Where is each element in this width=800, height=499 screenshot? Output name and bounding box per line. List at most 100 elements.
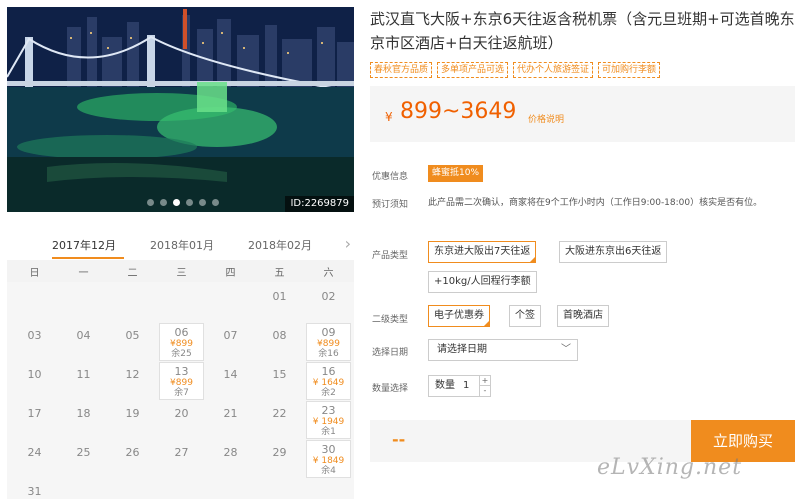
day-number: 29 [272, 446, 287, 459]
day-remaining: 余1 [321, 427, 336, 437]
product-tag: 代办个人旅游签证 [513, 62, 594, 78]
day-price: ¥899 [317, 339, 340, 349]
calendar-day: 02 [306, 284, 351, 322]
weekday-label: 三 [176, 268, 187, 279]
calendar-day: 11 [61, 362, 106, 400]
product-tag: 可加购行李额 [598, 62, 661, 78]
weekday-label: 六 [323, 268, 334, 279]
calendar-day: 07 [208, 323, 253, 361]
weekday-label: 四 [225, 268, 236, 279]
carousel-dot[interactable] [173, 199, 180, 206]
day-number: 23 [321, 404, 336, 417]
calendar-day: 18 [61, 401, 106, 439]
calendar-day: 04 [61, 323, 106, 361]
calendar-day-available[interactable]: 16 ¥ 1649 余2 [306, 362, 351, 400]
calendar-day: 31 [12, 479, 57, 499]
day-number: 28 [223, 446, 238, 459]
day-number: 31 [27, 485, 42, 498]
day-number: 22 [272, 407, 287, 420]
carousel-dot[interactable] [186, 199, 193, 206]
day-price: ¥ 1649 [312, 378, 345, 388]
notice-label: 预订须知 [372, 200, 409, 210]
weekday-label: 一 [78, 268, 89, 279]
day-number: 30 [321, 443, 336, 456]
calendar-day: 08 [257, 323, 302, 361]
calendar-day-available[interactable]: 13 ¥899 余7 [159, 362, 204, 400]
date-select[interactable]: 请选择日期 ﹀ [428, 339, 578, 361]
chevron-right-icon[interactable]: › [345, 234, 351, 253]
date-label: 选择日期 [372, 348, 409, 358]
day-number: 04 [76, 329, 91, 342]
notice-text: 此产品需二次确认，商家将在9个工作小时内（工作日9:00-18:00）核实是否有… [428, 198, 763, 208]
tab-month-3[interactable]: 2018年02月 [248, 237, 312, 253]
subtype-option[interactable]: 首晚酒店 [557, 305, 609, 327]
day-number: 09 [321, 326, 336, 339]
price-range: 899~3649 [400, 99, 517, 124]
weekday-label: 五 [274, 268, 285, 279]
tab-month-2[interactable]: 2018年01月 [150, 237, 214, 253]
day-number: 26 [125, 446, 140, 459]
calendar-day: 12 [110, 362, 155, 400]
calendar-grid: 01 02 03 04 05 06 ¥899 余25 07 08 09 ¥899 余16 10 11 12 13… [7, 282, 354, 499]
day-number: 01 [272, 290, 287, 303]
product-type-option[interactable]: 大阪进东京出6天往返 [559, 241, 668, 263]
watermark: eLvXing.net [597, 455, 743, 480]
day-price: ¥ 1949 [312, 417, 345, 427]
calendar-day: 25 [61, 440, 106, 478]
total-price: -- [392, 430, 406, 449]
price-note-link[interactable]: 价格说明 [528, 112, 564, 125]
carousel-dot[interactable] [199, 199, 206, 206]
hero-scene-graphic [7, 7, 354, 212]
quantity-text: 数量 [435, 380, 455, 391]
day-number: 05 [125, 329, 140, 342]
calendar-day: 29 [257, 440, 302, 478]
carousel-dot[interactable] [212, 199, 219, 206]
calendar-day: 19 [110, 401, 155, 439]
day-remaining: 余4 [321, 466, 336, 476]
calendar-day: 17 [12, 401, 57, 439]
calendar-day-available[interactable]: 23 ¥ 1949 余1 [306, 401, 351, 439]
product-type-option[interactable]: 东京进大阪出7天往返 [428, 241, 537, 263]
quantity-stepper[interactable]: 数量 1 + - [428, 375, 491, 397]
day-number: 20 [174, 407, 189, 420]
day-number: 14 [223, 368, 238, 381]
subtype-option[interactable]: 个签 [509, 305, 541, 327]
plus-icon[interactable]: + [479, 376, 490, 386]
product-title: 武汉直飞大阪+东京6天往返含税机票（含元旦班期+可选首晚东京市区酒店+白天往返航… [370, 10, 795, 52]
calendar-day: 05 [110, 323, 155, 361]
day-remaining: 余16 [318, 349, 339, 359]
product-type-option[interactable]: +10kg/人回程行李额 [428, 271, 537, 293]
calendar-day: 15 [257, 362, 302, 400]
minus-icon[interactable]: - [479, 386, 490, 396]
subtype-label: 二级类型 [372, 315, 409, 325]
day-remaining: 余25 [171, 349, 192, 359]
subtype-option[interactable]: 电子优惠券 [428, 305, 490, 327]
calendar-day: 26 [110, 440, 155, 478]
image-id-label: ID:2269879 [285, 196, 354, 212]
day-number: 18 [76, 407, 91, 420]
tab-month-1[interactable]: 2017年12月 [52, 237, 116, 253]
day-number: 07 [223, 329, 238, 342]
day-number: 06 [174, 326, 189, 339]
day-price: ¥ 1849 [312, 456, 345, 466]
calendar-day: 01 [257, 284, 302, 322]
carousel-dot[interactable] [160, 199, 167, 206]
calendar-day: 03 [12, 323, 57, 361]
day-number: 25 [76, 446, 91, 459]
calendar-day-available[interactable]: 09 ¥899 余16 [306, 323, 351, 361]
price-currency: ¥ [385, 110, 393, 124]
day-number: 15 [272, 368, 287, 381]
hero-image[interactable]: ID:2269879 [7, 7, 354, 212]
weekday-label: 二 [127, 268, 138, 279]
calendar-day: 28 [208, 440, 253, 478]
calendar-day-available[interactable]: 30 ¥ 1849 余4 [306, 440, 351, 478]
day-number: 13 [174, 365, 189, 378]
quantity-value[interactable]: 1 [463, 376, 469, 396]
calendar-day-available[interactable]: 06 ¥899 余25 [159, 323, 204, 361]
day-remaining: 余2 [321, 388, 336, 398]
calendar-day: 21 [208, 401, 253, 439]
calendar-day: 20 [159, 401, 204, 439]
carousel-dot[interactable] [147, 199, 154, 206]
day-number: 08 [272, 329, 287, 342]
weekday-label: 日 [29, 268, 40, 279]
